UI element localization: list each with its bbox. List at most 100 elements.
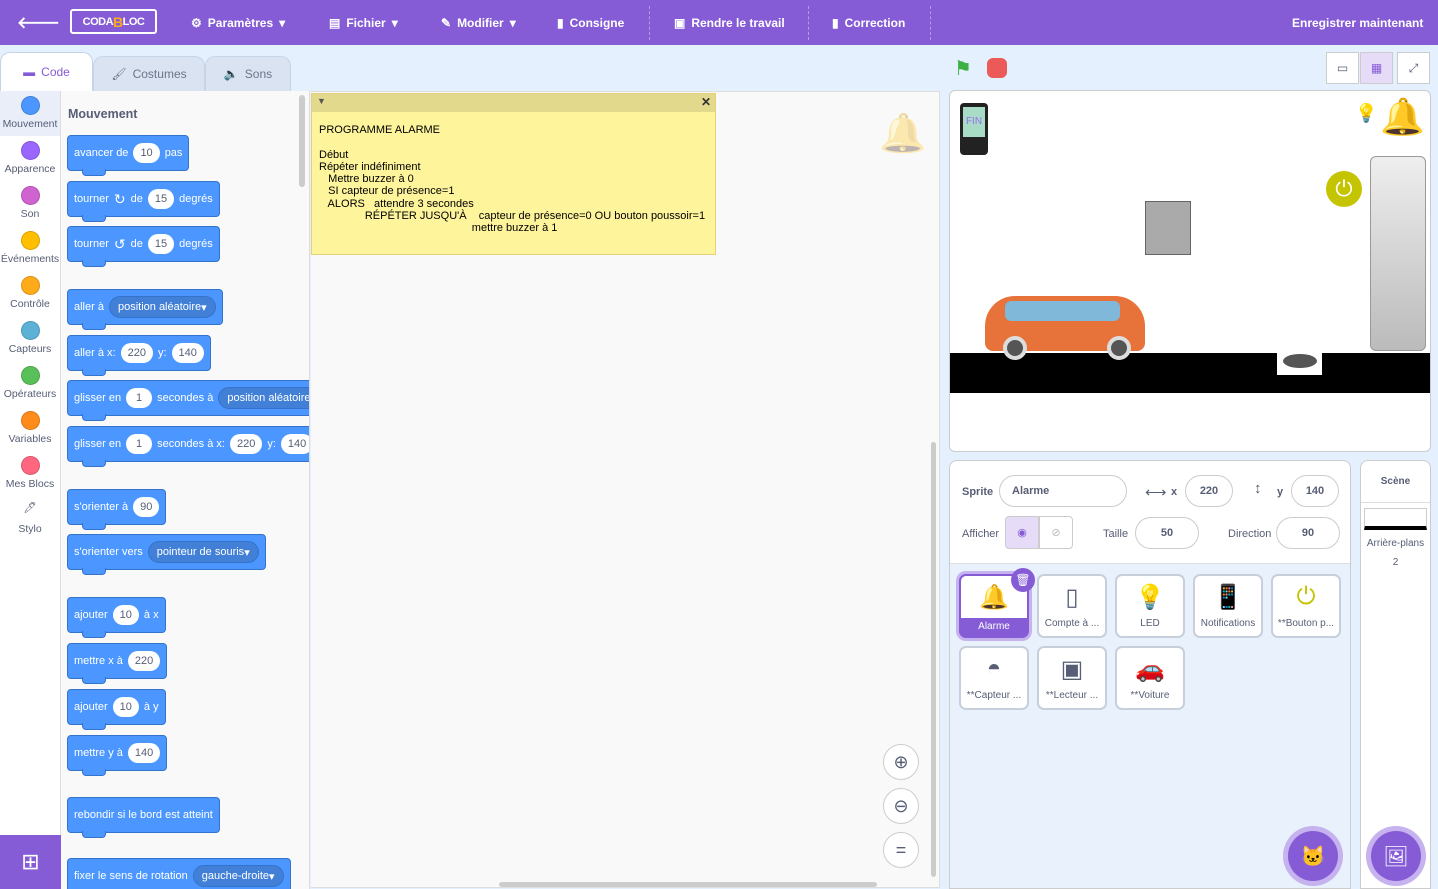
category-dot-icon [20,276,40,295]
motion-block[interactable]: mettre x à 220 [67,643,168,684]
category-5[interactable]: Capteurs [0,316,60,361]
card-reader-sprite [1145,201,1191,255]
sprite-thumbnail[interactable]: ◓ **Capteur ... [959,646,1029,710]
block-number-input[interactable]: 1 [126,388,153,408]
motion-block[interactable]: aller à position aléatoire ▾ [67,289,223,330]
palette-scrollbar[interactable] [299,95,305,187]
sprite-thumbnail[interactable]: 🔔 Alarme 🗑 [959,568,1035,638]
green-flag-icon[interactable]: ⚑ [954,56,972,81]
category-6[interactable]: Opérateurs [0,361,60,406]
y-input[interactable]: 140 [1291,475,1339,507]
save-now-button[interactable]: Enregistrer maintenant [1292,0,1423,45]
codabloc-logo[interactable]: CODA B LOC [70,9,157,34]
hide-button[interactable]: ⊘ [1039,516,1073,549]
category-2[interactable]: Son [0,181,60,226]
menu-parametres[interactable]: ⚙ Paramètres ▾ [191,0,285,45]
stage[interactable]: FIN 💡 🔔 ⏻ [949,90,1431,452]
menu-consigne[interactable]: ▮ Consigne [557,0,624,45]
block-number-input[interactable]: 10 [133,143,160,163]
category-0[interactable]: Mouvement [0,91,60,136]
sprite-thumbnail[interactable]: 🚗 **Voiture [1115,646,1185,710]
show-button[interactable]: ◉ [1005,516,1039,549]
tab-code[interactable]: ▬ Code [0,52,93,91]
category-3[interactable]: Événements [0,226,60,271]
sprite-thumbnail[interactable]: 💡 LED [1115,574,1185,638]
block-dropdown[interactable]: position aléatoire ▾ [108,296,216,318]
block-text: avancer de [74,147,129,159]
motion-block[interactable]: ajouter 10 à x [67,597,166,638]
stage-panel[interactable]: Scène Arrière-plans 2 [1360,460,1431,889]
zoom-in-button[interactable]: ⊕ [883,744,919,780]
sprite-name-input[interactable]: Alarme [999,475,1127,507]
close-icon[interactable]: ✕ [701,95,711,109]
code-area[interactable]: ▼ ✕ PROGRAMME ALARME Début Répéter indéfi… [311,91,940,888]
category-1[interactable]: Apparence [0,136,60,181]
x-input[interactable]: 220 [1185,475,1233,507]
menu-correction[interactable]: ▮ Correction [832,0,905,45]
block-number-input[interactable]: 140 [171,343,204,363]
small-stage-button[interactable]: ▭ [1326,52,1359,84]
direction-input[interactable]: 90 [1276,517,1340,549]
sprite-thumbnail[interactable]: ▯ Compte à ... [1037,574,1107,638]
vertical-scrollbar[interactable] [931,442,936,877]
block-number-input[interactable]: 220 [127,651,161,671]
block-number-input[interactable]: 15 [147,189,175,209]
add-sprite-button[interactable]: 🐱 [1288,831,1338,881]
category-7[interactable]: Variables [0,406,60,451]
block-dropdown[interactable]: position aléatoire ▾ [218,387,309,409]
motion-block[interactable]: ajouter 10 à y [67,689,166,730]
block-number-input[interactable]: 220 [120,343,153,363]
fullscreen-button[interactable]: ⤢ [1397,52,1430,84]
zoom-reset-button[interactable]: = [883,832,919,868]
tab-sons[interactable]: 🔈 Sons [205,56,291,91]
pen-icon: 🖊 [23,502,37,514]
block-number-input[interactable]: 140 [127,743,161,763]
normal-stage-button[interactable]: ▦ [1360,52,1393,84]
sensor-sprite [1277,349,1322,375]
motion-block[interactable]: mettre y à 140 [67,735,168,776]
category-dot-icon [20,231,40,250]
add-backdrop-button[interactable]: 🖼 [1371,831,1421,881]
comment-note[interactable]: ▼ ✕ PROGRAMME ALARME Début Répéter indéfi… [311,93,716,255]
motion-block[interactable]: glisser en 1 secondes à position aléatoire … [67,380,309,421]
delete-sprite-icon[interactable]: 🗑 [1011,568,1035,592]
category-8[interactable]: Mes Blocs [0,451,60,496]
horizontal-scrollbar[interactable] [499,882,877,887]
block-number-input[interactable]: 140 [280,434,309,454]
back-arrow-icon[interactable]: 🡐 [17,0,60,45]
sprite-thumbnail[interactable]: ⏻ **Bouton p... [1271,574,1341,638]
zoom-out-button[interactable]: ⊖ [883,788,919,824]
block-number-input[interactable]: 220 [229,434,263,454]
category-4[interactable]: Contrôle [0,271,60,316]
collapse-icon[interactable]: ▼ [317,96,326,106]
menu-rendre-travail[interactable]: ▣ Rendre le travail [674,0,785,45]
block-number-input[interactable]: 15 [147,234,175,254]
block-number-input[interactable]: 10 [112,605,139,625]
motion-block[interactable]: tourner ↺ de 15 degrés [67,226,220,267]
category-label: Mouvement [2,118,58,130]
backdrop-thumbnail[interactable] [1364,508,1427,530]
stop-icon[interactable] [987,58,1007,78]
sprite-thumbnail[interactable]: ▣ **Lecteur ... [1037,646,1107,710]
menu-modifier[interactable]: ✎ Modifier ▾ [441,0,516,45]
motion-block[interactable]: rebondir si le bord est atteint [67,797,220,838]
menu-fichier[interactable]: ▤ Fichier ▾ [329,0,398,45]
tab-costumes[interactable]: 🖌 Costumes [93,56,205,91]
add-extension-button[interactable]: ⊞ [0,835,61,889]
category-9[interactable]: 🖊 Stylo [0,496,60,541]
block-number-input[interactable]: 90 [133,497,160,517]
motion-block[interactable]: fixer le sens de rotation gauche-droite ▾ [67,858,291,889]
motion-block[interactable]: avancer de 10 pas [67,135,190,176]
motion-block[interactable]: s'orienter à 90 [67,489,167,530]
size-input[interactable]: 50 [1135,517,1199,549]
note-text[interactable]: PROGRAMME ALARME Début Répéter indéfinim… [312,112,715,247]
block-dropdown[interactable]: gauche-droite ▾ [192,865,284,887]
block-number-input[interactable]: 1 [126,434,153,454]
sprite-thumbnail[interactable]: 📱 Notifications [1193,574,1263,638]
block-number-input[interactable]: 10 [112,697,139,717]
motion-block[interactable]: glisser en 1 secondes à x: 220 y: 140 [67,426,309,467]
motion-block[interactable]: s'orienter vers pointeur de souris ▾ [67,534,266,575]
motion-block[interactable]: aller à x: 220 y: 140 [67,335,211,376]
block-dropdown[interactable]: pointeur de souris ▾ [147,541,259,563]
motion-block[interactable]: tourner ↻ de 15 degrés [67,181,220,222]
